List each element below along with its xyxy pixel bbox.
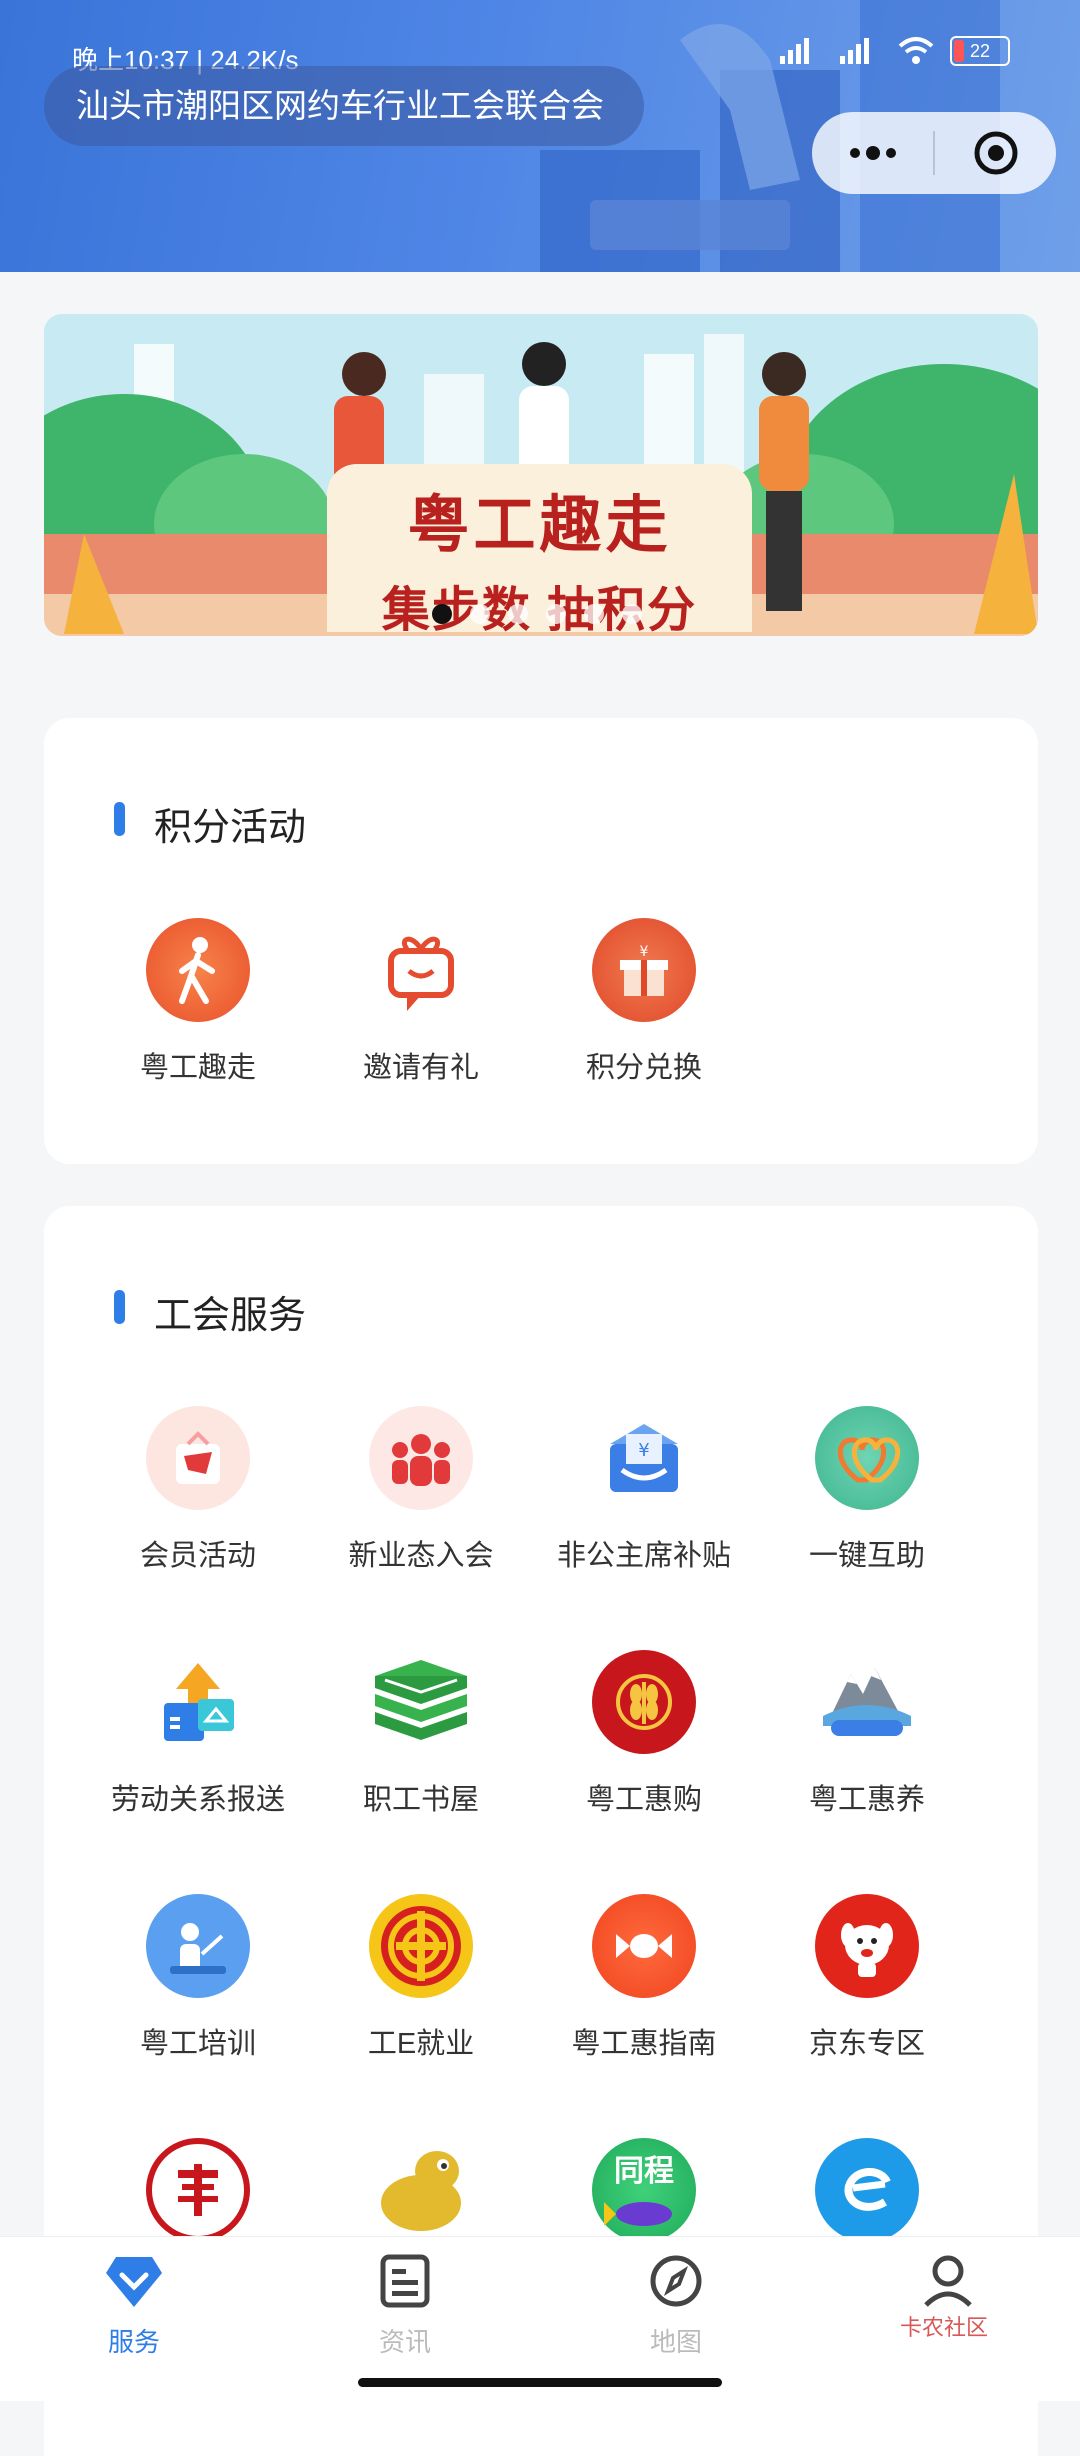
e-logo-icon (815, 2138, 919, 2242)
item-label: 一键互助 (808, 1540, 925, 1572)
item-labor-report[interactable]: 劳动关系报送 (86, 1650, 310, 1818)
item-member-activity[interactable]: 会员活动 (86, 1406, 310, 1574)
section-accent-bar (114, 1290, 125, 1324)
section-title: 积分活动 (154, 807, 307, 849)
more-button[interactable] (812, 112, 933, 194)
labor-report-icon (146, 1650, 250, 1754)
tab-news[interactable]: 资讯 (335, 2253, 475, 2359)
item-label: 积分兑换 (585, 1052, 702, 1084)
section-accent-bar (114, 802, 125, 836)
more-dots-icon (849, 146, 896, 160)
item-label: 粤工惠购 (585, 1784, 702, 1816)
jd-dog-icon (815, 1894, 919, 1998)
item-new-member[interactable]: 新业态入会 (309, 1406, 533, 1574)
subsidy-envelope-icon: ¥ (592, 1406, 696, 1510)
item-guide[interactable]: 粤工惠指南 (532, 1894, 756, 2062)
tab-label: 地图 (649, 2327, 702, 2357)
signal-icon-2 (840, 38, 869, 64)
item-yuegong-retreat[interactable]: 粤工惠养 (755, 1650, 979, 1818)
compass-icon (650, 2255, 702, 2307)
carousel-dot[interactable] (508, 604, 528, 624)
tab-label: 服务 (107, 2327, 160, 2357)
svg-text:¥: ¥ (640, 944, 649, 960)
item-subsidy[interactable]: ¥ 非公主席补贴 (532, 1406, 756, 1574)
wheat-shop-icon (592, 1650, 696, 1754)
item-mutual-aid[interactable]: 一键互助 (755, 1406, 979, 1574)
news-document-icon (380, 2254, 430, 2308)
tab-map[interactable]: 地图 (606, 2253, 746, 2359)
item-points-exchange[interactable]: ¥ 积分兑换 (532, 918, 756, 1086)
tongcheng-text: 同程 (614, 2155, 674, 2188)
new-member-icon (369, 1406, 473, 1510)
banner-title: 粤工趣走 (407, 491, 672, 560)
item-label: 会员活动 (139, 1540, 256, 1572)
item-label: 粤工惠养 (808, 1784, 925, 1816)
carousel-dot[interactable] (432, 604, 452, 624)
banner-subtitle: 集步数 抽积分 (381, 584, 698, 636)
banner-carousel[interactable]: 粤工趣走 集步数 抽积分 (44, 314, 1038, 636)
miniapp-capsule (812, 112, 1056, 194)
item-yuegong-shop[interactable]: 粤工惠购 (532, 1650, 756, 1818)
target-close-icon (974, 131, 1017, 175)
watermark: 卡农社区 (900, 2315, 989, 2340)
item-label: 粤工趣走 (139, 1052, 256, 1084)
union-emblem-icon (369, 1894, 473, 1998)
carousel-indicator (432, 604, 642, 624)
item-frog[interactable] (309, 2138, 533, 2242)
points-exchange-icon: ¥ (592, 918, 696, 1022)
item-label: 粤工惠指南 (571, 2028, 717, 2060)
item-e-logo[interactable] (755, 2138, 979, 2242)
status-icons: 22 (776, 36, 1010, 66)
item-jd-zone[interactable]: 京东专区 (755, 1894, 979, 2062)
battery-level: 22 (969, 41, 991, 61)
seal-icon (146, 2138, 250, 2242)
home-indicator[interactable] (358, 2378, 722, 2387)
item-invite-gift[interactable]: 邀请有礼 (309, 918, 533, 1086)
item-e-employment[interactable]: 工E就业 (309, 1894, 533, 2062)
mutual-aid-hearts-icon (815, 1406, 919, 1510)
app-header: 晚上10:37 | 24.2K/s 22 汕头市潮阳区网约车行业工会联合会 (0, 0, 1080, 272)
walking-icon (146, 918, 250, 1022)
battery-icon: 22 (950, 36, 1010, 66)
item-staff-library[interactable]: 职工书屋 (309, 1650, 533, 1818)
item-label: 京东专区 (808, 2028, 925, 2060)
tab-service[interactable]: 服务 (64, 2253, 204, 2359)
page-title: 汕头市潮阳区网约车行业工会联合会 (44, 66, 644, 146)
svg-text:¥: ¥ (638, 1440, 649, 1461)
item-label: 职工书屋 (362, 1784, 479, 1816)
frog-icon (369, 2138, 473, 2242)
item-yuegong-walk[interactable]: 粤工趣走 (86, 918, 310, 1086)
item-label: 劳动关系报送 (110, 1784, 285, 1816)
section-title: 工会服务 (154, 1295, 307, 1337)
item-label: 工E就业 (367, 2028, 475, 2060)
wifi-icon (898, 37, 934, 64)
item-label: 邀请有礼 (362, 1052, 479, 1084)
signal-icon (780, 38, 809, 64)
carousel-dot[interactable] (470, 604, 490, 624)
person-icon (924, 2255, 972, 2307)
item-label: 非公主席补贴 (556, 1540, 731, 1572)
item-label: 新业态入会 (348, 1540, 494, 1572)
service-diamond-icon (106, 2257, 162, 2307)
training-icon (146, 1894, 250, 1998)
carousel-dot[interactable] (546, 604, 566, 624)
gift-invite-icon (369, 918, 473, 1022)
tab-label: 资讯 (378, 2327, 431, 2357)
close-miniapp-button[interactable] (935, 112, 1056, 194)
member-activity-icon (146, 1406, 250, 1510)
carousel-dot[interactable] (622, 604, 642, 624)
item-seal[interactable] (86, 2138, 310, 2242)
candy-guide-icon (592, 1894, 696, 1998)
item-tongcheng[interactable]: 同程 (532, 2138, 756, 2242)
item-training[interactable]: 粤工培训 (86, 1894, 310, 2062)
points-activity-card: 积分活动 粤工趣走 邀请有礼 ¥ 积分兑换 (44, 718, 1038, 1164)
carousel-dot[interactable] (584, 604, 604, 624)
books-icon (369, 1650, 473, 1754)
tongcheng-icon: 同程 (592, 2138, 696, 2242)
item-label: 粤工培训 (139, 2028, 256, 2060)
retreat-mountain-icon (815, 1650, 919, 1754)
